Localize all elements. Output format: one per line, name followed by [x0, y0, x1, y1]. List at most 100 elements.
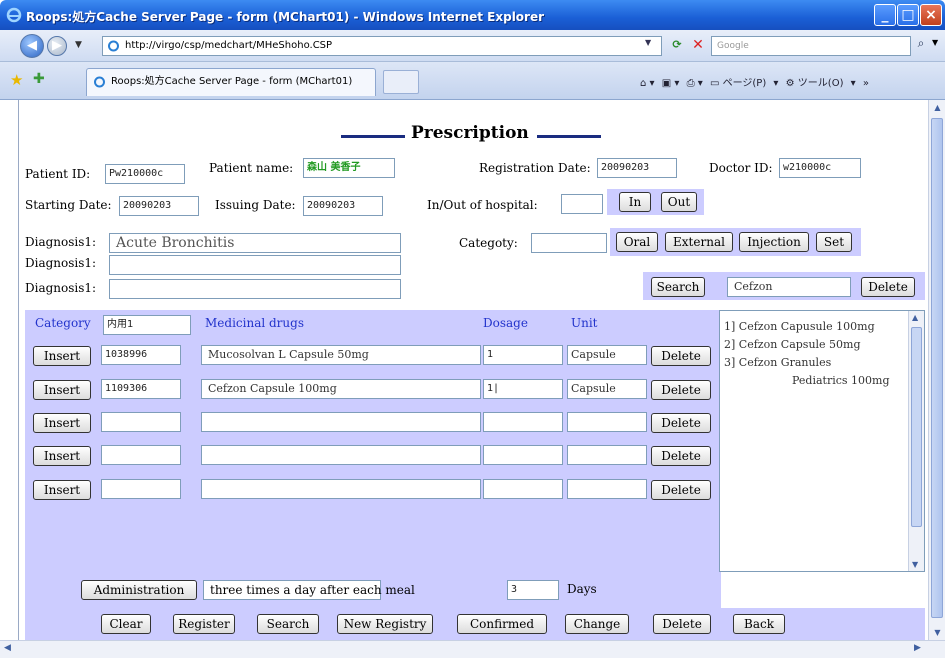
search-icon[interactable]: ⌕: [912, 36, 930, 56]
in-button[interactable]: In: [619, 192, 651, 212]
search-field[interactable]: Google: [711, 36, 911, 56]
row-delete-button-4[interactable]: Delete: [651, 446, 711, 466]
result-item-1[interactable]: 1] Cefzon Capusule 100mg: [724, 320, 875, 333]
unit-field-4[interactable]: [567, 445, 647, 465]
drug-code-field-1[interactable]: 1038996: [101, 345, 181, 365]
insert-button-4[interactable]: Insert: [33, 446, 91, 466]
results-scroll-thumb[interactable]: [911, 327, 922, 527]
close-button[interactable]: ×: [920, 4, 942, 26]
external-button[interactable]: External: [665, 232, 733, 252]
new-registry-button[interactable]: New Registry: [337, 614, 433, 634]
dosage-field-2[interactable]: 1|: [483, 379, 563, 399]
history-dropdown-icon[interactable]: ▼: [75, 40, 82, 50]
results-scrollbar[interactable]: ▲ ▼: [908, 311, 924, 571]
tools-menu[interactable]: ⚙ ツール(O) ▾: [786, 78, 856, 89]
drug-name-field-5[interactable]: [201, 479, 481, 499]
unit-field-2[interactable]: Capsule: [567, 379, 647, 399]
footer-search-button[interactable]: Search: [257, 614, 319, 634]
category-field[interactable]: [531, 233, 607, 253]
overflow-chevron-icon[interactable]: »: [863, 78, 869, 89]
page-scroll-thumb[interactable]: [931, 118, 943, 618]
dosage-field-5[interactable]: [483, 479, 563, 499]
patient-id-field[interactable]: Pw210000c: [105, 164, 185, 184]
tab-current[interactable]: Roops:処方Cache Server Page - form (MChart…: [86, 68, 376, 96]
page-vertical-scrollbar[interactable]: ▲ ▼: [928, 100, 945, 640]
new-tab-button[interactable]: [383, 70, 419, 94]
injection-button[interactable]: Injection: [739, 232, 809, 252]
drug-search-field[interactable]: Cefzon: [727, 277, 851, 297]
print-icon[interactable]: ⎙ ▾: [687, 78, 703, 89]
drug-code-field-4[interactable]: [101, 445, 181, 465]
unit-field-1[interactable]: Capsule: [567, 345, 647, 365]
drug-name-field-3[interactable]: [201, 412, 481, 432]
favorites-star-icon[interactable]: ★: [10, 71, 23, 89]
search-dropdown-icon[interactable]: ▼: [932, 38, 938, 47]
add-favorite-icon[interactable]: ✚: [33, 71, 45, 87]
insert-button-1[interactable]: Insert: [33, 346, 91, 366]
registration-date-field[interactable]: 20090203: [597, 158, 677, 178]
insert-button-2[interactable]: Insert: [33, 380, 91, 400]
set-button[interactable]: Set: [816, 232, 852, 252]
drug-code-field-5[interactable]: [101, 479, 181, 499]
administration-button[interactable]: Administration: [81, 580, 197, 600]
page-horizontal-scrollbar[interactable]: ◀ ▶: [0, 640, 945, 658]
row-delete-button-2[interactable]: Delete: [651, 380, 711, 400]
url-dropdown-icon[interactable]: ▼: [645, 38, 651, 47]
insert-button-5[interactable]: Insert: [33, 480, 91, 500]
back-button-form[interactable]: Back: [733, 614, 785, 634]
refresh-icon[interactable]: ⟳: [668, 38, 686, 54]
out-button[interactable]: Out: [661, 192, 697, 212]
dosage-field-4[interactable]: [483, 445, 563, 465]
row-delete-button-5[interactable]: Delete: [651, 480, 711, 500]
result-item-2[interactable]: 2] Cefzon Capsule 50mg: [724, 338, 861, 351]
dosage-field-3[interactable]: [483, 412, 563, 432]
dosage-field-1[interactable]: 1: [483, 345, 563, 365]
drug-name-field-2[interactable]: Cefzon Capsule 100mg: [201, 379, 481, 399]
stop-icon[interactable]: ✕: [690, 37, 706, 55]
drug-search-results-list[interactable]: 1] Cefzon Capusule 100mg 2] Cefzon Capsu…: [719, 310, 925, 572]
scroll-up-icon[interactable]: ▲: [912, 313, 918, 322]
diagnosis-field-2[interactable]: [109, 255, 401, 275]
url-field[interactable]: http://virgo/csp/medchart/MHeShoho.CSP: [102, 36, 662, 56]
back-button[interactable]: ◀: [20, 34, 44, 58]
minimize-button[interactable]: _: [874, 4, 896, 26]
drug-code-field-2[interactable]: 1109306: [101, 379, 181, 399]
page-menu[interactable]: ▭ ページ(P) ▾: [710, 78, 778, 89]
administration-field[interactable]: three times a day after each meal: [203, 580, 415, 600]
confirmed-button[interactable]: Confirmed: [457, 614, 547, 634]
row-delete-button-3[interactable]: Delete: [651, 413, 711, 433]
issuing-date-field[interactable]: 20090203: [303, 196, 383, 216]
feeds-icon[interactable]: ▣ ▾: [662, 78, 680, 89]
maximize-button[interactable]: □: [897, 4, 919, 26]
diagnosis-field-1[interactable]: Acute Bronchitis: [109, 233, 401, 253]
search-delete-button[interactable]: Delete: [861, 277, 915, 297]
page-scroll-right-icon[interactable]: ▶: [914, 643, 921, 653]
days-field[interactable]: 3: [507, 580, 559, 600]
result-item-3-continued[interactable]: Pediatrics 100mg: [792, 374, 890, 387]
row-delete-button-1[interactable]: Delete: [651, 346, 711, 366]
drug-name-field-4[interactable]: [201, 445, 481, 465]
result-item-3[interactable]: 3] Cefzon Granules: [724, 356, 831, 369]
scroll-down-icon[interactable]: ▼: [912, 560, 918, 569]
insert-button-3[interactable]: Insert: [33, 413, 91, 433]
unit-field-3[interactable]: [567, 412, 647, 432]
category-code-field[interactable]: 内用1: [103, 315, 191, 335]
drug-code-field-3[interactable]: [101, 412, 181, 432]
patient-name-field[interactable]: 森山 美香子: [303, 158, 395, 178]
home-icon[interactable]: ⌂ ▾: [640, 78, 655, 89]
page-scroll-down-icon[interactable]: ▼: [932, 628, 943, 637]
page-scroll-left-icon[interactable]: ◀: [4, 643, 11, 653]
clear-button[interactable]: Clear: [101, 614, 151, 634]
unit-field-5[interactable]: [567, 479, 647, 499]
in-out-field[interactable]: [561, 194, 603, 214]
register-button[interactable]: Register: [173, 614, 235, 634]
doctor-id-field[interactable]: w210000c: [779, 158, 861, 178]
diagnosis-field-3[interactable]: [109, 279, 401, 299]
page-scroll-up-icon[interactable]: ▲: [932, 103, 943, 112]
search-button[interactable]: Search: [651, 277, 705, 297]
forward-button[interactable]: ▶: [47, 36, 67, 56]
change-button[interactable]: Change: [565, 614, 629, 634]
oral-button[interactable]: Oral: [616, 232, 658, 252]
footer-delete-button[interactable]: Delete: [653, 614, 711, 634]
starting-date-field[interactable]: 20090203: [119, 196, 199, 216]
